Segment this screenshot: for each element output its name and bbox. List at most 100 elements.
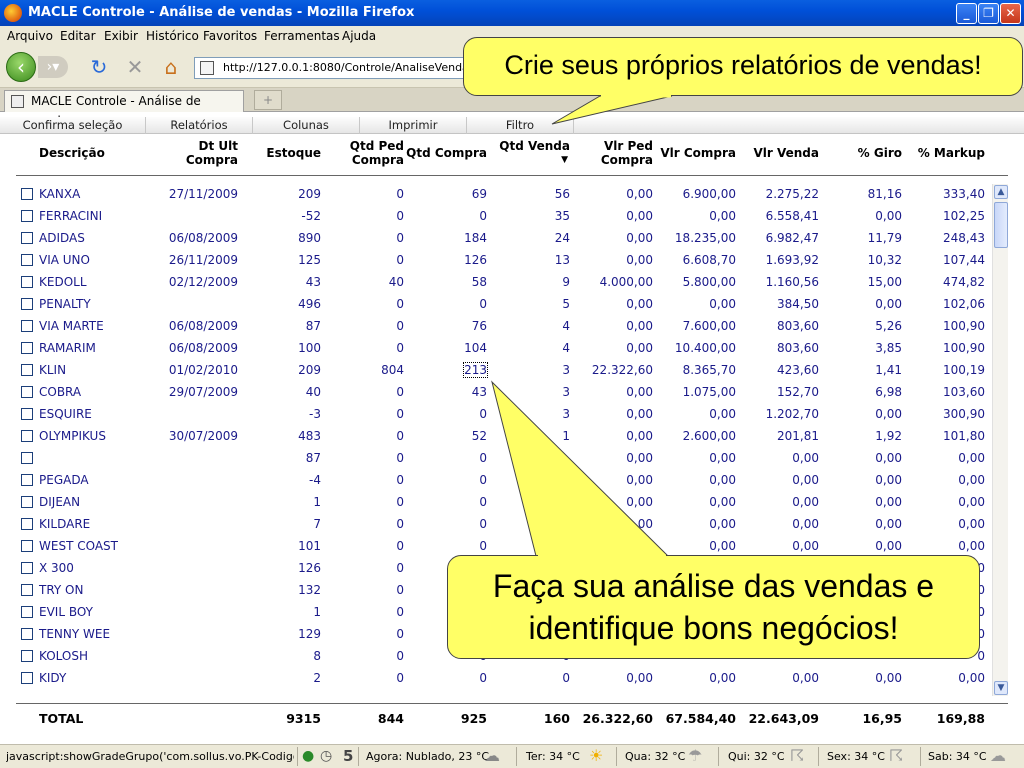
- table-row[interactable]: PEGADA -4 0 0 0,00 0,00 0,00 0,00 0,00: [0, 470, 985, 492]
- col-dt-ult-compra[interactable]: Dt Ult Compra: [168, 139, 238, 167]
- maximize-button[interactable]: ❐: [978, 3, 999, 24]
- cell-descricao[interactable]: ESQUIRE: [39, 407, 159, 421]
- focused-cell-value[interactable]: 213: [463, 362, 488, 378]
- table-row[interactable]: OLYMPIKUS 30/07/2009 483 0 52 1 0,00 2.600,00 20…: [0, 426, 985, 448]
- row-checkbox[interactable]: [21, 232, 33, 244]
- row-checkbox[interactable]: [21, 364, 33, 376]
- table-row[interactable]: KANXA 27/11/2009 209 0 69 56 0,00 6.900,00 2.275…: [0, 184, 985, 206]
- close-window-button[interactable]: ✕: [1000, 3, 1021, 24]
- menu-favoritos[interactable]: Favoritos: [203, 29, 257, 43]
- menu-exibir[interactable]: Exibir: [104, 29, 138, 43]
- cell-descricao[interactable]: PEGADA: [39, 473, 159, 487]
- reports-button[interactable]: Relatórios: [146, 117, 253, 134]
- row-checkbox[interactable]: [21, 540, 33, 552]
- cell-descricao[interactable]: KANXA: [39, 187, 159, 201]
- scroll-thumb[interactable]: [994, 202, 1008, 248]
- cell-descricao[interactable]: TENNY WEE: [39, 627, 159, 641]
- print-button[interactable]: Imprimir: [360, 117, 467, 134]
- cell-descricao[interactable]: EVIL BOY: [39, 605, 159, 619]
- row-checkbox[interactable]: [21, 342, 33, 354]
- row-checkbox[interactable]: [21, 496, 33, 508]
- home-icon[interactable]: ⌂: [159, 55, 183, 79]
- table-row[interactable]: ADIDAS 06/08/2009 890 0 184 24 0,00 18.235,00 6.…: [0, 228, 985, 250]
- cell-descricao[interactable]: TRY ON: [39, 583, 159, 597]
- row-checkbox[interactable]: [21, 298, 33, 310]
- address-bar[interactable]: http://127.0.0.1:8080/Controle/AnaliseVe…: [194, 57, 474, 79]
- minimize-button[interactable]: _: [956, 3, 977, 24]
- cell-descricao[interactable]: OLYMPIKUS: [39, 429, 159, 443]
- row-checkbox[interactable]: [21, 276, 33, 288]
- row-checkbox[interactable]: [21, 650, 33, 662]
- filter-button[interactable]: Filtro: [467, 117, 574, 134]
- cell-descricao[interactable]: KLIN: [39, 363, 159, 377]
- col-vlr-compra[interactable]: Vlr Compra: [656, 146, 736, 160]
- menu-ajuda[interactable]: Ajuda: [342, 29, 376, 43]
- row-checkbox[interactable]: [21, 188, 33, 200]
- tab-analise-vendas[interactable]: MACLE Controle - Análise de vendas: [4, 90, 244, 128]
- table-row[interactable]: VIA UNO 26/11/2009 125 0 126 13 0,00 6.608,70 1.…: [0, 250, 985, 272]
- table-row[interactable]: VIA MARTE 06/08/2009 87 0 76 4 0,00 7.600,00 803…: [0, 316, 985, 338]
- cell-descricao[interactable]: KILDARE: [39, 517, 159, 531]
- cell-descricao[interactable]: X 300: [39, 561, 159, 575]
- col-vlr-venda[interactable]: Vlr Venda: [740, 146, 820, 160]
- forward-arrow-icon[interactable]: ›▾: [38, 56, 68, 78]
- cell-descricao[interactable]: KIDY: [39, 671, 159, 685]
- col-vlr-ped-compra[interactable]: Vlr Ped Compra: [583, 139, 653, 167]
- table-row[interactable]: PENALTY 496 0 0 5 0,00 0,00 384,50 0,00 102,06: [0, 294, 985, 316]
- cell-descricao[interactable]: COBRA: [39, 385, 159, 399]
- back-arrow-icon[interactable]: ‹: [6, 52, 36, 82]
- table-row[interactable]: 87 0 0 0,00 0,00 0,00 0,00 0,00: [0, 448, 985, 470]
- cell-descricao[interactable]: VIA UNO: [39, 253, 159, 267]
- cell-descricao[interactable]: KEDOLL: [39, 275, 159, 289]
- grid-scrollbar[interactable]: ▲ ▼: [992, 184, 1008, 696]
- row-checkbox[interactable]: [21, 320, 33, 332]
- table-row[interactable]: KILDARE 7 0 0 0,00 0,00 0,00 0,00 0,00: [0, 514, 985, 536]
- table-row[interactable]: RAMARIM 06/08/2009 100 0 104 4 0,00 10.400,00 80…: [0, 338, 985, 360]
- row-checkbox[interactable]: [21, 584, 33, 596]
- table-row[interactable]: KIDY 2 0 0 0 0,00 0,00 0,00 0,00 0,00: [0, 668, 985, 690]
- cell-descricao[interactable]: FERRACINI: [39, 209, 159, 223]
- scroll-down-icon[interactable]: ▼: [994, 681, 1008, 695]
- table-row[interactable]: DIJEAN 1 0 0 0,00 0,00 0,00 0,00 0,00: [0, 492, 985, 514]
- row-checkbox[interactable]: [21, 562, 33, 574]
- scroll-up-icon[interactable]: ▲: [994, 185, 1008, 199]
- table-row[interactable]: KEDOLL 02/12/2009 43 40 58 9 4.000,00 5.800,00 1…: [0, 272, 985, 294]
- row-checkbox[interactable]: [21, 452, 33, 464]
- col-qtd-compra[interactable]: Qtd Compra: [405, 146, 487, 160]
- columns-button[interactable]: Colunas: [253, 117, 360, 134]
- row-checkbox[interactable]: [21, 518, 33, 530]
- row-checkbox[interactable]: [21, 628, 33, 640]
- row-checkbox[interactable]: [21, 408, 33, 420]
- cell-descricao[interactable]: DIJEAN: [39, 495, 159, 509]
- menu-arquivo[interactable]: Arquivo: [7, 29, 53, 43]
- cell-descricao[interactable]: ADIDAS: [39, 231, 159, 245]
- col-giro[interactable]: % Giro: [830, 146, 902, 160]
- cell-descricao[interactable]: VIA MARTE: [39, 319, 159, 333]
- row-checkbox[interactable]: [21, 254, 33, 266]
- table-row[interactable]: ESQUIRE -3 0 0 3 0,00 0,00 1.202,70 0,00 300,90: [0, 404, 985, 426]
- cell-descricao[interactable]: WEST COAST: [39, 539, 159, 553]
- menu-historico[interactable]: Histórico: [146, 29, 199, 43]
- cell-descricao[interactable]: PENALTY: [39, 297, 159, 311]
- row-checkbox[interactable]: [21, 386, 33, 398]
- menu-ferramentas[interactable]: Ferramentas: [264, 29, 340, 43]
- row-checkbox[interactable]: [21, 606, 33, 618]
- stop-icon[interactable]: ✕: [123, 55, 147, 79]
- table-row[interactable]: KLIN 01/02/2010 209 804 213 3 22.322,60 8.365,7…: [0, 360, 985, 382]
- col-markup[interactable]: % Markup: [905, 146, 985, 160]
- new-tab-button[interactable]: +: [254, 90, 282, 110]
- row-checkbox[interactable]: [21, 474, 33, 486]
- table-row[interactable]: FERRACINI -52 0 0 35 0,00 0,00 6.558,41 0,00 102,…: [0, 206, 985, 228]
- menu-editar[interactable]: Editar: [60, 29, 96, 43]
- table-row[interactable]: COBRA 29/07/2009 40 0 43 3 0,00 1.075,00 152,70 6…: [0, 382, 985, 404]
- confirm-selection-button[interactable]: Confirma seleção: [0, 117, 146, 134]
- row-checkbox[interactable]: [21, 672, 33, 684]
- col-qtd-venda[interactable]: Qtd Venda ▼: [494, 139, 570, 167]
- row-checkbox[interactable]: [21, 210, 33, 222]
- cell-descricao[interactable]: KOLOSH: [39, 649, 159, 663]
- col-descricao[interactable]: Descrição: [39, 146, 105, 160]
- row-checkbox[interactable]: [21, 430, 33, 442]
- reload-icon[interactable]: ↻: [87, 55, 111, 79]
- col-estoque[interactable]: Estoque: [250, 146, 321, 160]
- col-qtd-ped-compra[interactable]: Qtd Ped Compra: [332, 139, 404, 167]
